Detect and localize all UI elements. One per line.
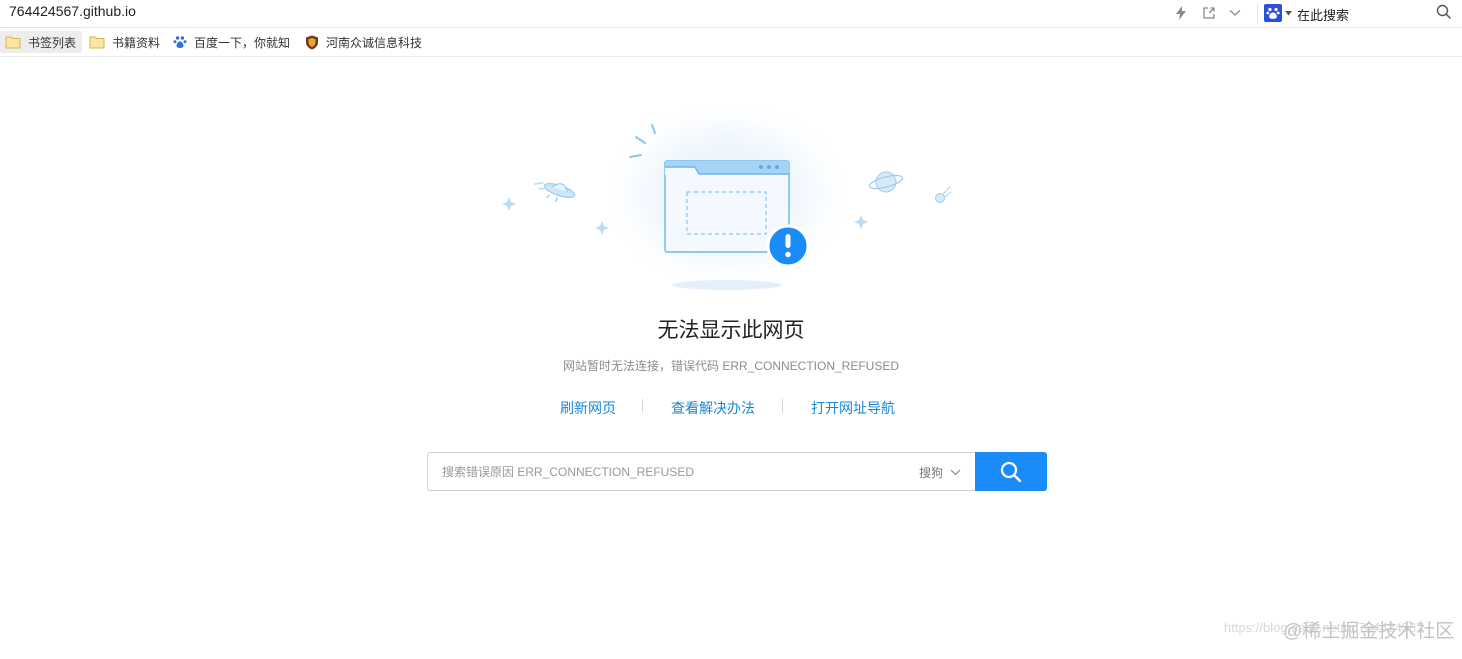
bookmark-item[interactable]: 书签列表: [0, 31, 82, 53]
error-title: 无法显示此网页: [657, 319, 805, 342]
lightning-icon[interactable]: [1172, 4, 1190, 22]
exclamation-badge-icon: [766, 224, 810, 268]
baidu-paw-icon: [173, 34, 187, 50]
bookmark-label: 百度一下，你就知: [194, 35, 290, 50]
search-engine-selector[interactable]: [1264, 3, 1292, 23]
folder-icon: [5, 34, 21, 50]
bookmark-label: 书籍资料: [112, 35, 161, 50]
ufo-trail: [534, 182, 546, 190]
address-bar: 764424567.github.io 在此搜索: [0, 0, 1462, 28]
bookmark-label: 河南众诚信息科技: [326, 35, 422, 50]
error-illustration: [495, 95, 965, 305]
top-search-input[interactable]: 在此搜索: [1297, 5, 1349, 24]
search-engine-label: 搜狗: [919, 466, 944, 480]
comet-icon: [935, 186, 952, 203]
shadow-ellipse: [672, 280, 782, 290]
bookmarks-bar: 书签列表 书籍资料 百度一下，你就知 河南众诚信息科技: [0, 28, 1462, 57]
search-button[interactable]: [975, 452, 1047, 491]
bookmark-label: 书签列表: [28, 35, 77, 50]
magnifier-icon[interactable]: [1436, 4, 1452, 20]
bookmark-item[interactable]: 书籍资料: [84, 31, 164, 53]
error-search-box: 搜狗: [427, 452, 976, 491]
share-icon[interactable]: [1200, 4, 1218, 22]
juejin-watermark: @稀土掘金技术社区: [1283, 621, 1455, 642]
toolbar-divider: [1257, 4, 1258, 23]
folder-icon: [89, 34, 105, 50]
error-actions: 刷新网页 查看解决办法 打开网址导航: [0, 398, 1462, 418]
magnifier-icon: [1000, 461, 1022, 482]
search-engine-dropdown[interactable]: 搜狗: [919, 464, 961, 481]
url-field[interactable]: 764424567.github.io: [9, 3, 136, 19]
chevron-down-icon[interactable]: [1226, 4, 1244, 22]
open-url-nav-link[interactable]: 打开网址导航: [811, 398, 895, 418]
planet-icon: [868, 171, 904, 193]
view-solutions-link[interactable]: 查看解决办法: [671, 398, 755, 418]
baidu-paw-icon: [1264, 4, 1282, 22]
error-search-input[interactable]: [442, 462, 902, 482]
caret-down-icon: [1285, 10, 1292, 15]
shield-logo-icon: [305, 34, 319, 50]
refresh-page-link[interactable]: 刷新网页: [560, 398, 616, 418]
ufo-icon: [543, 183, 576, 203]
chevron-down-icon: [950, 469, 961, 476]
error-subtitle: 网站暂时无法连接，错误代码 ERR_CONNECTION_REFUSED: [562, 359, 900, 373]
bookmark-item[interactable]: 百度一下，你就知: [168, 31, 290, 53]
action-divider: [782, 399, 783, 413]
action-divider: [642, 399, 643, 413]
bookmark-item[interactable]: 河南众诚信息科技: [300, 31, 422, 53]
